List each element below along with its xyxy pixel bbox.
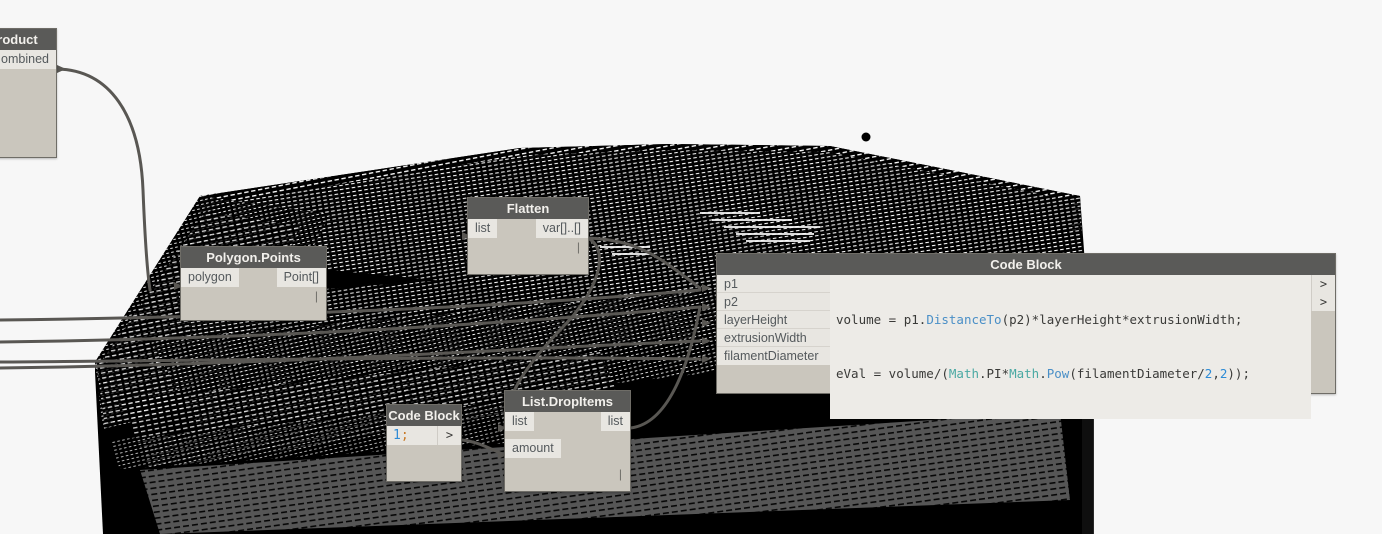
node-list-dropitems-body: list list amount | bbox=[505, 412, 630, 480]
node-list-dropitems[interactable]: List.DropItems list list amount | bbox=[504, 390, 631, 492]
input-port-p1[interactable]: p1 bbox=[717, 275, 830, 293]
code-block-editor[interactable]: volume = p1.DistanceTo(p2)*layerHeight*e… bbox=[830, 275, 1311, 419]
port-row: polygon Point[] bbox=[181, 268, 326, 287]
code-value-number: 1 bbox=[393, 428, 401, 443]
output-port-list[interactable]: list bbox=[600, 412, 630, 431]
dynamo-graph-canvas[interactable]: roduct ombined Polygon.Points polygon Po… bbox=[0, 0, 1382, 534]
input-port-list[interactable]: list bbox=[468, 219, 498, 238]
node-list-dropitems-title: List.DropItems bbox=[505, 391, 630, 412]
node-product-title: roduct bbox=[0, 29, 56, 50]
input-port-extrusionwidth[interactable]: extrusionWidth bbox=[717, 329, 830, 347]
node-product-body: ombined bbox=[0, 50, 56, 69]
node-code-block-small-body: 1; > bbox=[387, 426, 461, 445]
input-port-polygon[interactable]: polygon bbox=[181, 268, 239, 287]
output-chevron-volume[interactable]: > bbox=[1311, 275, 1335, 293]
port-row: list list bbox=[505, 412, 630, 431]
input-port-p2[interactable]: p2 bbox=[717, 293, 830, 311]
node-product[interactable]: roduct ombined bbox=[0, 28, 57, 158]
code-block-small-editor[interactable]: 1; bbox=[387, 426, 437, 445]
code-line-1: volume = p1.DistanceTo(p2)*layerHeight*e… bbox=[836, 312, 1243, 327]
node-code-block-main-title: Code Block bbox=[717, 254, 1335, 275]
node-footer: | bbox=[505, 458, 630, 480]
node-polygon-points-title: Polygon.Points bbox=[181, 247, 326, 268]
input-port-filamentdiameter[interactable]: filamentDiameter bbox=[717, 347, 830, 365]
node-footer: | bbox=[468, 238, 588, 253]
output-chevron-eval[interactable]: > bbox=[1311, 293, 1335, 311]
node-resize-tick: | bbox=[576, 240, 580, 254]
input-port-amount[interactable]: amount bbox=[505, 439, 561, 458]
code-value-semicolon: ; bbox=[400, 428, 409, 443]
output-port-combined[interactable]: ombined bbox=[0, 50, 56, 69]
output-chevron-small[interactable]: > bbox=[437, 426, 461, 445]
code-line-2: eVal = volume/(Math.PI*Math.Pow(filament… bbox=[836, 366, 1250, 381]
node-flatten[interactable]: Flatten list var[]..[] | bbox=[467, 197, 589, 275]
input-port-layerheight[interactable]: layerHeight bbox=[717, 311, 830, 329]
port-row: ombined bbox=[0, 50, 56, 69]
output-port-point-array[interactable]: Point[] bbox=[276, 268, 326, 287]
node-flatten-body: list var[]..[] | bbox=[468, 219, 588, 253]
input-port-list[interactable]: list bbox=[505, 412, 535, 431]
node-code-block-small-title: Code Block bbox=[387, 405, 461, 426]
node-polygon-points[interactable]: Polygon.Points polygon Point[] | bbox=[180, 246, 327, 321]
port-row: amount bbox=[505, 439, 630, 458]
output-port-var-array[interactable]: var[]..[] bbox=[535, 219, 588, 238]
node-code-block-main[interactable]: Code Block p1 p2 layerHeight extrusionWi… bbox=[716, 253, 1336, 419]
node-code-block-small[interactable]: Code Block 1; > bbox=[386, 404, 462, 482]
code-block-input-ports: p1 p2 layerHeight extrusionWidth filamen… bbox=[717, 275, 830, 365]
node-footer: | bbox=[181, 287, 326, 302]
node-flatten-title: Flatten bbox=[468, 198, 588, 219]
node-resize-tick: | bbox=[314, 289, 318, 303]
geometry-point-marker bbox=[861, 132, 871, 142]
node-resize-tick: | bbox=[618, 467, 622, 481]
node-code-block-main-body: p1 p2 layerHeight extrusionWidth filamen… bbox=[717, 275, 1335, 419]
node-polygon-points-body: polygon Point[] | bbox=[181, 268, 326, 302]
code-block-output-chevrons: > > bbox=[1311, 275, 1335, 311]
port-row: list var[]..[] bbox=[468, 219, 588, 238]
